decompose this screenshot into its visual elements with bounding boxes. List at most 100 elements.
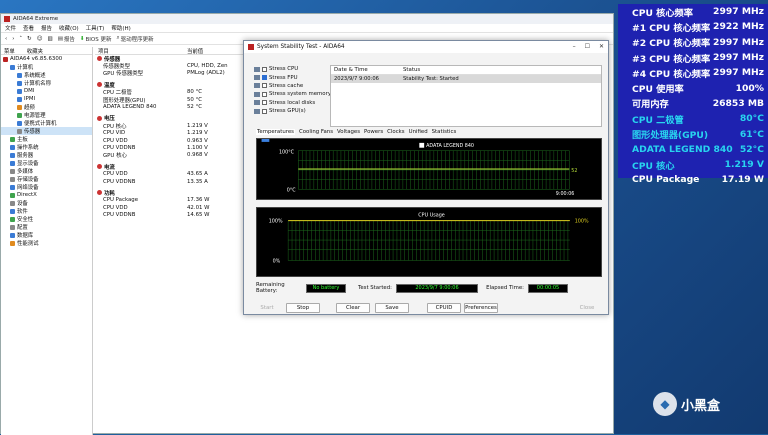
temp-legend: ADATA LEGEND 840 xyxy=(426,143,474,149)
stress-checkbox[interactable] xyxy=(262,75,267,81)
tree-item[interactable]: 超频 xyxy=(1,103,92,111)
tree-item[interactable]: 存储设备 xyxy=(1,175,92,183)
up-icon[interactable]: ˄ xyxy=(19,36,22,42)
stress-option[interactable]: Stress cache xyxy=(254,82,334,90)
sensor-row[interactable]: CPU VDDNB 13.35 A xyxy=(95,178,245,185)
tree-item[interactable]: 网络设备 xyxy=(1,183,92,191)
menu-tools[interactable]: 工具(T) xyxy=(86,24,105,32)
tree-item[interactable]: 主板 xyxy=(1,135,92,143)
cpuid-button[interactable]: CPUID xyxy=(427,303,461,313)
forward-icon[interactable]: › xyxy=(12,36,14,42)
sensor-row[interactable]: CPU Package 17.36 W xyxy=(95,197,245,204)
sensor-row[interactable]: CPU VDDNB 14.65 W xyxy=(95,211,245,218)
stress-option[interactable]: Stress GPU(s) xyxy=(254,107,334,115)
tree-item[interactable]: 显示设备 xyxy=(1,159,92,167)
column-value[interactable]: 当前值 xyxy=(187,47,203,55)
save-button[interactable]: Save xyxy=(375,303,409,313)
osd-row: CPU 二极管 80°C xyxy=(618,111,768,126)
started-value: 2023/9/7 9:00:06 xyxy=(396,283,478,293)
stress-option[interactable]: Stress system memory xyxy=(254,90,334,98)
menu-view[interactable]: 查看 xyxy=(23,24,34,32)
tree-item[interactable]: 传感器 xyxy=(1,127,92,135)
tree-item[interactable]: 操作系统 xyxy=(1,143,92,151)
refresh-icon[interactable]: ↻ xyxy=(27,36,32,42)
report-button[interactable]: ▤ 报告 xyxy=(58,35,75,43)
start-button[interactable]: Start xyxy=(252,303,282,313)
osd-row: #1 CPU 核心频率 2922 MHz xyxy=(618,19,768,34)
tree-item[interactable]: DMI xyxy=(1,87,92,95)
tree-item[interactable]: 系统概述 xyxy=(1,71,92,79)
tree-item[interactable]: 计算机 xyxy=(1,63,92,71)
sensor-row[interactable]: GPU 核心 0.968 V xyxy=(95,152,245,159)
sensor-row[interactable]: CPU 核心 1.219 V xyxy=(95,122,245,130)
stress-option[interactable]: Stress local disks xyxy=(254,99,334,107)
graph-tab[interactable]: Temperatures xyxy=(256,129,295,135)
sensor-row[interactable]: ADATA LEGEND 840 52 °C xyxy=(95,103,245,110)
stress-checkbox[interactable] xyxy=(262,83,267,89)
dialog-title: System Stability Test - AIDA64 xyxy=(257,44,345,50)
stress-checkbox[interactable] xyxy=(262,91,267,97)
graph-tab[interactable]: Cooling Fans xyxy=(299,129,333,135)
sensor-row[interactable]: CPU VID 1.219 V xyxy=(95,130,245,137)
chart-icon[interactable]: ▥ xyxy=(48,36,53,42)
report-icon: ▤ xyxy=(57,35,63,42)
driver-update-button[interactable]: ⌕ 驱动程序更新 xyxy=(117,35,154,43)
stress-option[interactable]: Stress CPU xyxy=(254,65,334,73)
stress-checkbox[interactable] xyxy=(262,66,267,72)
tree-item[interactable]: IPMI xyxy=(1,95,92,103)
graph-tab[interactable]: Statistics xyxy=(432,129,457,135)
minimize-icon[interactable]: – xyxy=(573,43,576,50)
sensor-row[interactable]: CPU VDD 42.01 W xyxy=(95,204,245,211)
back-icon[interactable]: ‹ xyxy=(5,36,7,42)
tree-item[interactable]: 软件 xyxy=(1,207,92,215)
osd-value: 61°C xyxy=(739,128,764,140)
tree-item[interactable]: 多媒体 xyxy=(1,167,92,175)
tree-node-icon xyxy=(10,208,15,214)
sensor-row[interactable]: GPU 传感器类型 PMLog (ADL2) xyxy=(95,70,245,77)
close-icon[interactable]: ✕ xyxy=(599,43,604,50)
graph-tab[interactable]: Voltages xyxy=(337,129,360,135)
tree-item[interactable]: 计算机名称 xyxy=(1,79,92,87)
stress-checkbox[interactable] xyxy=(262,108,267,114)
graph-tab[interactable]: Clocks xyxy=(387,129,404,135)
tree-item[interactable]: 性能测试 xyxy=(1,239,92,247)
menu-help[interactable]: 帮助(H) xyxy=(111,24,130,32)
tree-item[interactable]: 便携式计算机 xyxy=(1,119,92,127)
stress-option-label: Stress CPU xyxy=(269,66,299,73)
close-button[interactable]: Close xyxy=(570,303,604,313)
sidebar-tab-favorites[interactable]: 收藏夹 xyxy=(27,47,43,55)
tree-item[interactable]: 服务器 xyxy=(1,151,92,159)
tree-item[interactable]: 安全性 xyxy=(1,215,92,223)
tree-item[interactable]: DirectX xyxy=(1,191,92,199)
maximize-icon[interactable]: ☐ xyxy=(585,43,590,50)
sensor-row[interactable]: CPU VDD 0.963 V xyxy=(95,137,245,144)
sensor-value: 13.35 A xyxy=(187,178,208,185)
log-row[interactable]: 2023/9/7 9:00:06 Stability Test: Started xyxy=(331,75,601,83)
graph-tab[interactable]: Unified xyxy=(409,129,428,135)
stress-option[interactable]: Stress FPU xyxy=(254,73,334,81)
stress-option-label: Stress GPU(s) xyxy=(269,108,306,115)
menu-favorites[interactable]: 收藏(O) xyxy=(59,24,79,32)
tree-item[interactable]: 电源管理 xyxy=(1,111,92,119)
graph-tab[interactable]: Powers xyxy=(364,129,383,135)
bios-update-button[interactable]: ⬇ BIOS 更新 xyxy=(80,35,112,43)
watermark-text: 小黑盒 xyxy=(681,398,721,414)
stress-checkbox[interactable] xyxy=(262,100,267,106)
user-icon[interactable]: ☺ xyxy=(37,36,43,42)
stop-button[interactable]: Stop xyxy=(286,303,320,313)
temp-time: 9:00:06 xyxy=(556,191,575,197)
sidebar-tab-menu[interactable]: 菜单 xyxy=(4,47,15,55)
sensor-row[interactable]: CPU VDD 43.65 A xyxy=(95,170,245,177)
menu-report[interactable]: 报告 xyxy=(41,24,52,32)
clear-button[interactable]: Clear xyxy=(336,303,370,313)
preferences-button[interactable]: Preferences xyxy=(464,303,498,313)
menu-bar: 文件 查看 报告 收藏(O) 工具(T) 帮助(H) xyxy=(1,24,613,33)
legend-checkbox[interactable] xyxy=(419,142,425,148)
menu-file[interactable]: 文件 xyxy=(5,24,16,32)
tree-item[interactable]: 设备 xyxy=(1,199,92,207)
sensor-row[interactable]: 图形处理器(GPU) 50 °C xyxy=(95,96,245,104)
tree-item[interactable]: 数据库 xyxy=(1,231,92,239)
column-item[interactable]: 项目 xyxy=(95,47,187,55)
tree-item[interactable]: 配置 xyxy=(1,223,92,231)
tree-item[interactable]: AIDA64 v6.85.6300 xyxy=(1,55,92,63)
